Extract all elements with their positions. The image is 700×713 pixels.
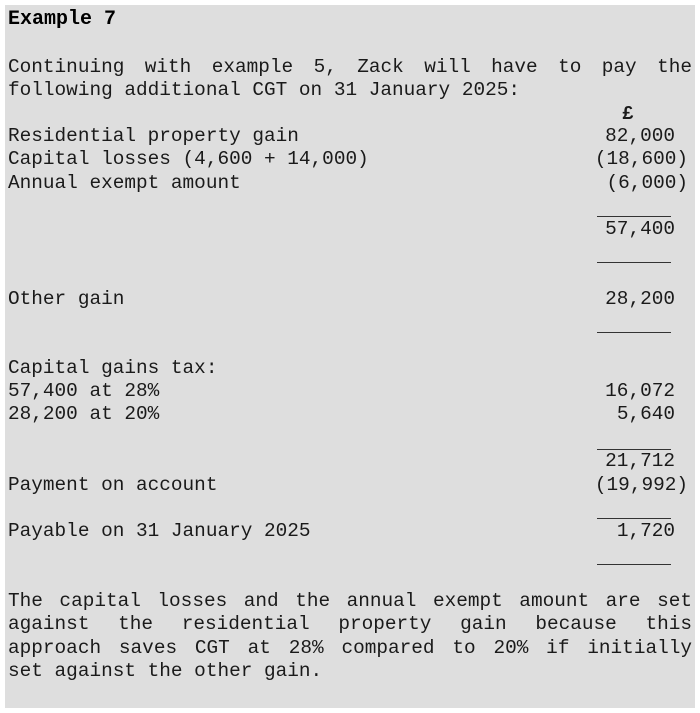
total-amount: 1,720	[616, 520, 675, 542]
row-amount: (6,000)	[606, 172, 688, 194]
conclusion-line-3: approach saves CGT at 28% compared to 20…	[8, 637, 692, 659]
example-title: Example 7	[8, 8, 117, 31]
row-amount: (19,992)	[594, 474, 688, 496]
row-label: Other gain	[8, 288, 125, 310]
row-amount: 16,072	[605, 380, 675, 402]
row-amount: 5,640	[616, 403, 675, 425]
subtotal-amount: 57,400	[605, 218, 675, 240]
row-label: Payable on 31 January 2025	[8, 520, 311, 542]
total-rule	[597, 564, 671, 565]
intro-line-1: Continuing with example 5, Zack will hav…	[8, 56, 692, 78]
row-label: Residential property gain	[8, 125, 299, 147]
subtotal-rule	[597, 216, 671, 217]
subtotal-rule	[597, 262, 671, 263]
subtotal-rule	[597, 332, 671, 333]
subtotal-amount: 21,712	[605, 450, 675, 472]
row-label: Capital losses (4,600 + 14,000)	[8, 148, 369, 170]
row-amount: 82,000	[605, 125, 675, 147]
conclusion-line-4: set against the other gain.	[8, 660, 323, 682]
example-box: Example 7 Continuing with example 5, Zac…	[5, 5, 695, 708]
row-label: Payment on account	[8, 474, 218, 496]
subtotal-rule	[597, 518, 671, 519]
row-label: 57,400 at 28%	[8, 380, 160, 402]
row-amount: 28,200	[605, 288, 675, 310]
row-label: Annual exempt amount	[8, 172, 241, 194]
intro-line-2: following additional CGT on 31 January 2…	[8, 79, 520, 101]
currency-header: £	[622, 103, 634, 125]
section-label: Capital gains tax:	[8, 357, 218, 379]
conclusion-line-2: against the residential property gain be…	[8, 613, 692, 635]
row-label: 28,200 at 20%	[8, 403, 160, 425]
row-amount: (18,600)	[594, 148, 688, 170]
conclusion-line-1: The capital losses and the annual exempt…	[8, 590, 692, 612]
